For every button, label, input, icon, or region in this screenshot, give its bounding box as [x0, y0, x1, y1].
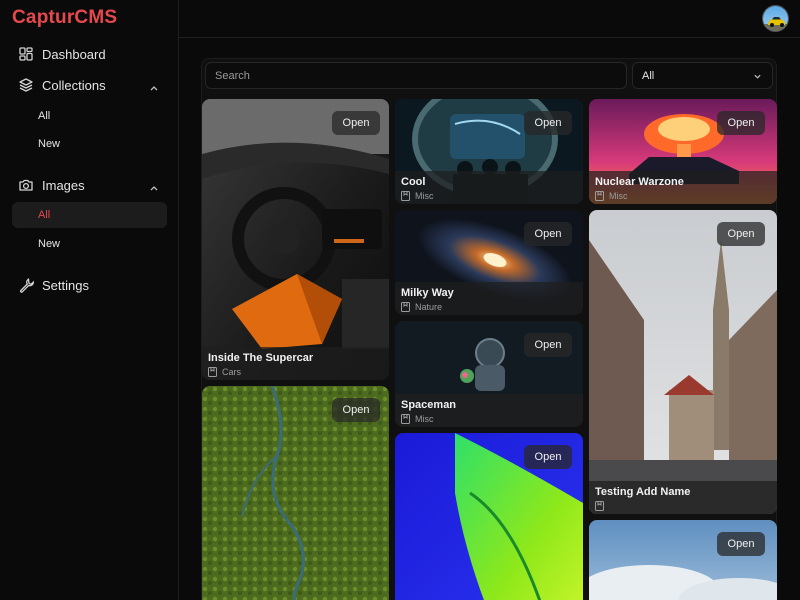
sidebar-subitem-collections-new[interactable]: New — [12, 131, 167, 157]
image-card[interactable]: Open — [395, 433, 583, 600]
old-town-street-image — [589, 210, 777, 514]
card-title: Milky Way — [401, 287, 454, 299]
card-category: Misc — [401, 191, 434, 201]
image-card[interactable]: Open — [589, 520, 777, 600]
card-category: Nature — [401, 302, 442, 312]
sidebar-item-dashboard[interactable]: Dashboard — [12, 41, 167, 67]
sidebar-item-label: Images — [42, 177, 85, 193]
top-bar — [179, 0, 800, 38]
image-card[interactable]: Open Inside The Supercar Cars — [202, 99, 389, 380]
bookmark-icon — [401, 414, 410, 424]
dashboard-icon — [18, 46, 34, 62]
bookmark-icon — [208, 367, 217, 377]
card-title: Testing Add Name — [595, 486, 691, 498]
image-card[interactable]: Open — [202, 386, 389, 600]
sidebar: CapturCMS Dashboard Collections All New … — [0, 0, 179, 600]
wrench-icon — [18, 277, 34, 293]
card-category-label: Misc — [415, 414, 434, 424]
sidebar-item-label: Collections — [42, 77, 106, 93]
card-title: Cool — [401, 176, 426, 188]
bookmark-icon — [401, 191, 410, 201]
open-button[interactable]: Open — [524, 111, 572, 135]
open-button[interactable]: Open — [332, 111, 380, 135]
sidebar-item-images[interactable]: Images — [12, 172, 167, 198]
image-card[interactable]: Open Spaceman Misc — [395, 321, 583, 427]
image-card[interactable]: Open Milky Way Nature — [395, 210, 583, 315]
select-value: All — [642, 69, 655, 82]
open-button[interactable]: Open — [524, 333, 572, 357]
card-title: Inside The Supercar — [208, 352, 314, 364]
avatar[interactable] — [762, 5, 789, 32]
image-card[interactable]: Open Nuclear Warzone Misc — [589, 99, 777, 204]
bookmark-icon — [401, 302, 410, 312]
collection-filter-select[interactable]: All — [632, 62, 773, 89]
card-title: Nuclear Warzone — [595, 176, 684, 188]
bookmark-icon — [595, 501, 604, 511]
card-category-label: Nature — [415, 302, 443, 312]
sidebar-subitem-images-new[interactable]: New — [12, 231, 167, 257]
card-category: Misc — [595, 191, 628, 201]
chevron-up-icon — [149, 180, 159, 191]
camera-icon — [18, 177, 34, 193]
layers-icon — [18, 77, 34, 93]
card-category-label: Cars — [222, 367, 242, 377]
card-category: Misc — [401, 414, 434, 424]
open-button[interactable]: Open — [524, 222, 572, 246]
search-input[interactable] — [205, 62, 627, 89]
sidebar-subitem-images-all[interactable]: All — [12, 202, 167, 228]
open-button[interactable]: Open — [717, 532, 765, 556]
car-interior-image — [202, 99, 389, 380]
open-button[interactable]: Open — [717, 111, 765, 135]
chevron-down-icon — [753, 72, 762, 81]
sidebar-item-collections[interactable]: Collections — [12, 72, 167, 98]
card-title: Spaceman — [401, 399, 457, 411]
sidebar-subitem-collections-all[interactable]: All — [12, 103, 167, 129]
open-button[interactable]: Open — [717, 222, 765, 246]
image-card[interactable]: Open Testing Add Name — [589, 210, 777, 514]
card-category — [595, 501, 609, 511]
image-card[interactable]: Open Cool Misc — [395, 99, 583, 204]
card-category-label: Misc — [609, 191, 628, 201]
chevron-up-icon — [149, 80, 159, 91]
open-button[interactable]: Open — [524, 445, 572, 469]
card-category: Cars — [208, 367, 241, 377]
bookmark-icon — [595, 191, 604, 201]
sidebar-item-label: Dashboard — [42, 46, 106, 62]
app-logo[interactable]: CapturCMS — [12, 7, 117, 29]
sidebar-item-settings[interactable]: Settings — [12, 272, 167, 298]
open-button[interactable]: Open — [332, 398, 380, 422]
card-category-label: Misc — [415, 191, 434, 201]
sidebar-item-label: Settings — [42, 277, 89, 293]
